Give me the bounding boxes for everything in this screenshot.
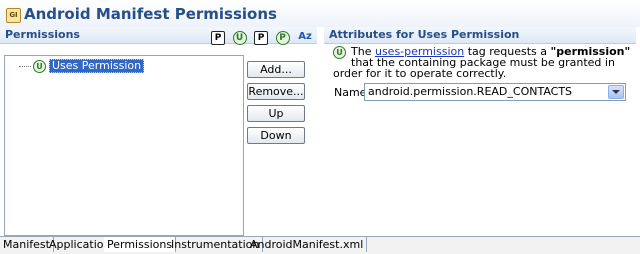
up-button[interactable]: Up xyxy=(247,105,305,122)
attributes-section-title: Attributes for Uses Permission xyxy=(329,28,520,41)
tab-permissions[interactable]: Permissions xyxy=(104,237,177,252)
permissions-section-title: Permissions xyxy=(5,28,80,41)
tree-item-uses-permission[interactable]: U Uses Permission xyxy=(19,59,145,73)
editor-tabs: Manifest Application Permissions Instrum… xyxy=(0,236,640,254)
name-label: Name xyxy=(334,86,367,99)
permissions-toolbar: P U P P Az xyxy=(207,31,313,45)
remove-button[interactable]: Remove... xyxy=(247,83,305,100)
chevron-down-icon[interactable] xyxy=(608,85,624,99)
page-title: Android Manifest Permissions xyxy=(24,5,277,23)
uses-permission-icon: U xyxy=(333,46,346,59)
permissions-section-header: Permissions P U P P Az xyxy=(0,27,317,45)
permissions-tree[interactable]: U Uses Permission xyxy=(4,55,244,236)
permission-tree-icon[interactable]: P xyxy=(254,31,268,45)
permission-group-icon[interactable]: P xyxy=(275,31,290,45)
sort-az-icon[interactable]: Az xyxy=(297,31,313,43)
tree-connector xyxy=(19,65,31,67)
manifest-editor-icon: GI xyxy=(6,8,21,23)
uses-permission-icon: U xyxy=(33,59,46,73)
name-value: android.permission.READ_CONTACTS xyxy=(368,85,573,98)
tree-item-label: Uses Permission xyxy=(49,59,145,73)
add-button[interactable]: Add... xyxy=(247,61,305,78)
desc-text-post: that the containing package must be gran… xyxy=(333,56,615,80)
editor-title-bar: GI Android Manifest Permissions xyxy=(0,0,640,27)
tab-androidmanifest-xml[interactable]: AndroidManifest.xml xyxy=(247,237,368,252)
name-combo[interactable]: android.permission.READ_CONTACTS xyxy=(364,83,626,101)
uses-permission-icon[interactable]: U xyxy=(232,31,247,45)
attributes-section-header: Attributes for Uses Permission xyxy=(324,27,636,44)
permission-icon[interactable]: P xyxy=(211,31,225,45)
attribute-description: U The uses-permission tag requests a "pe… xyxy=(333,46,631,79)
down-button[interactable]: Down xyxy=(247,127,305,144)
